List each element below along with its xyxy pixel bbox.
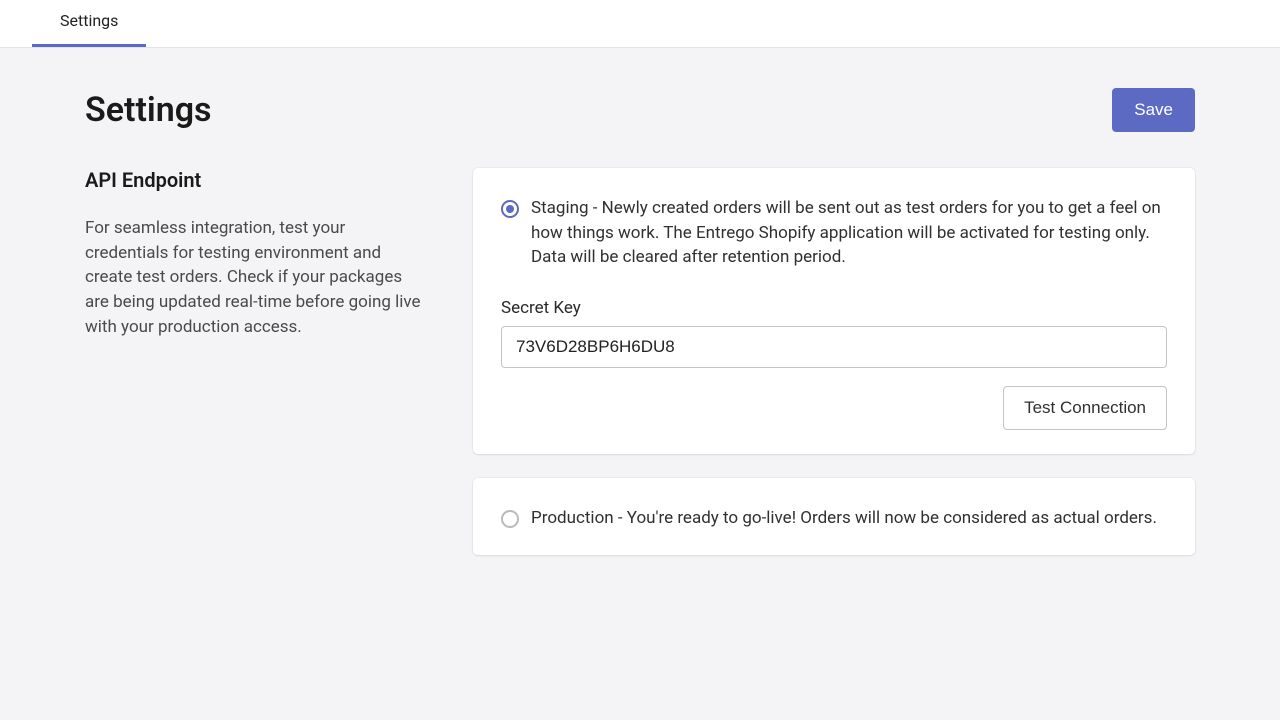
tab-settings[interactable]: Settings <box>32 0 146 47</box>
secret-key-label: Secret Key <box>501 298 1167 318</box>
production-card: Production - You're ready to go-live! Or… <box>473 478 1195 555</box>
production-radio-label: Production - You're ready to go-live! Or… <box>531 506 1157 531</box>
staging-radio[interactable] <box>501 200 519 218</box>
section-title: API Endpoint <box>85 168 425 192</box>
secret-key-input[interactable] <box>501 326 1167 368</box>
page-title: Settings <box>85 90 212 130</box>
production-radio[interactable] <box>501 510 519 528</box>
staging-radio-row[interactable]: Staging - Newly created orders will be s… <box>501 196 1167 270</box>
form-column: Staging - Newly created orders will be s… <box>473 168 1195 579</box>
page-body: Settings Save API Endpoint For seamless … <box>0 48 1280 579</box>
tab-bar: Settings <box>0 0 1280 48</box>
test-button-row: Test Connection <box>501 386 1167 430</box>
section-info: API Endpoint For seamless integration, t… <box>85 168 425 579</box>
staging-radio-label: Staging - Newly created orders will be s… <box>531 196 1167 270</box>
save-button[interactable]: Save <box>1112 88 1195 132</box>
section-description: For seamless integration, test your cred… <box>85 216 425 339</box>
test-connection-button[interactable]: Test Connection <box>1003 386 1167 430</box>
staging-card: Staging - Newly created orders will be s… <box>473 168 1195 454</box>
production-radio-row[interactable]: Production - You're ready to go-live! Or… <box>501 506 1167 531</box>
content-row: API Endpoint For seamless integration, t… <box>85 168 1195 579</box>
page-header: Settings Save <box>85 88 1195 132</box>
